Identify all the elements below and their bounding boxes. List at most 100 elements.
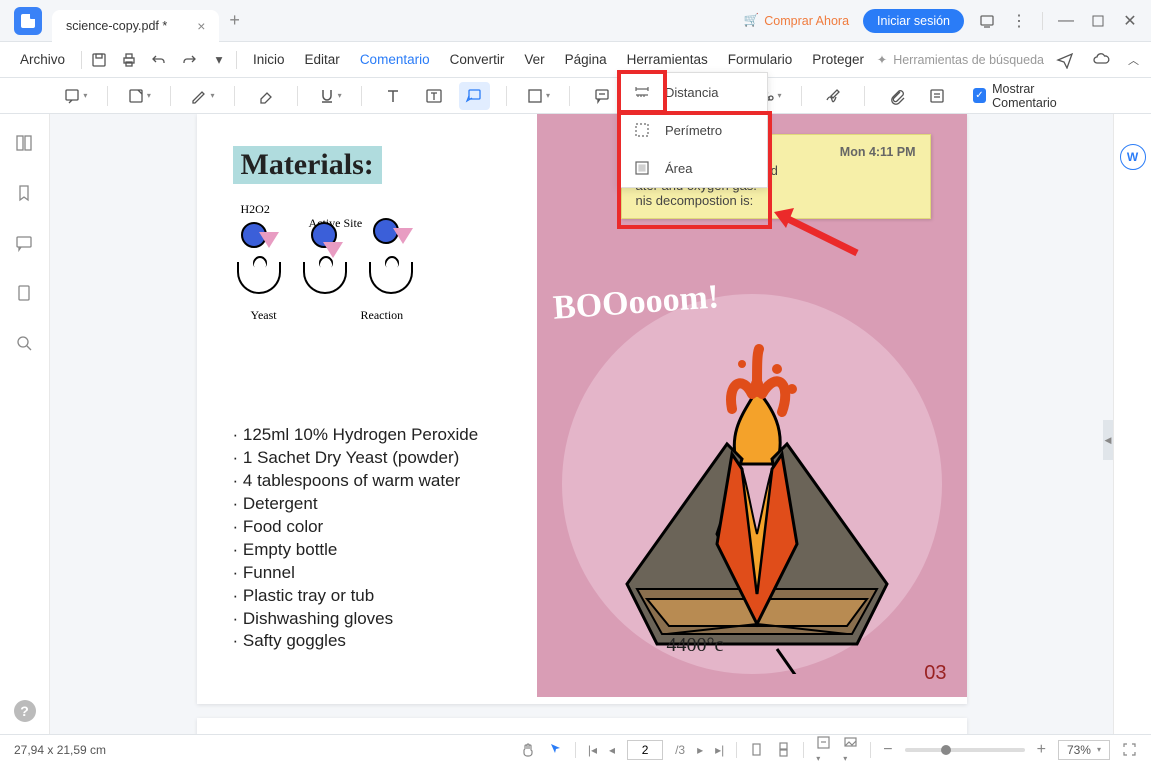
undo-icon[interactable]	[150, 51, 168, 69]
first-page-icon[interactable]: |◂	[588, 743, 597, 757]
list-item: Dishwashing gloves	[233, 608, 533, 631]
add-tab-button[interactable]: +	[229, 10, 240, 31]
bookmark-icon[interactable]	[15, 184, 35, 204]
minimize-button[interactable]: —	[1057, 12, 1075, 30]
sign-tool[interactable]	[818, 82, 849, 110]
note-tool[interactable]: ▾	[60, 82, 91, 110]
next-page-icon[interactable]: ▸	[697, 743, 703, 757]
pencil-tool[interactable]: ▾	[187, 82, 218, 110]
comment-bubble-tool[interactable]	[586, 82, 617, 110]
zoom-value[interactable]: 73%▾	[1058, 740, 1110, 760]
textbox-tool[interactable]	[418, 82, 449, 110]
list-item: Funnel	[233, 562, 533, 585]
shape-tool[interactable]: ▾	[523, 82, 554, 110]
main-area: ? ▶ Materials: H2O2 Active Site Yeast Re	[0, 114, 1151, 734]
left-sidebar: ?	[0, 114, 50, 734]
menu-ver[interactable]: Ver	[516, 48, 552, 71]
zoom-out-icon[interactable]: −	[883, 741, 892, 759]
last-page-icon[interactable]: ▸|	[715, 743, 724, 757]
materials-heading: Materials:	[233, 146, 382, 184]
dropdown-label: Distancia	[665, 85, 718, 100]
buy-now-button[interactable]: 🛒 Comprar Ahora	[744, 13, 849, 28]
list-item: Empty bottle	[233, 539, 533, 562]
wand-icon: ✦	[877, 52, 887, 67]
expand-right-toggle[interactable]: ◀	[1103, 420, 1113, 460]
search-panel-icon[interactable]	[15, 334, 35, 354]
prev-page-icon[interactable]: ◂	[609, 743, 615, 757]
highlight-tool[interactable]: ▾	[124, 82, 155, 110]
view-mode-icon[interactable]: ▾	[843, 735, 858, 764]
word-export-icon[interactable]: W	[1120, 144, 1146, 170]
list-item: Detergent	[233, 493, 533, 516]
continuous-page-icon[interactable]	[776, 742, 791, 757]
show-comment-toggle[interactable]: ✓ Mostrar Comentario	[973, 82, 1092, 110]
select-tool-icon[interactable]	[548, 742, 563, 757]
more-icon[interactable]: ⋮	[1010, 12, 1028, 30]
menu-herramientas[interactable]: Herramientas	[619, 48, 716, 71]
document-canvas[interactable]: Materials: H2O2 Active Site Yeast Reacti…	[50, 114, 1113, 734]
attach-tool[interactable]	[881, 82, 912, 110]
list-item: 1 Sachet Dry Yeast (powder)	[233, 447, 533, 470]
help-icon[interactable]: ?	[14, 700, 36, 722]
redo-icon[interactable]	[180, 51, 198, 69]
zoom-slider[interactable]	[905, 748, 1025, 752]
tab-title: science-copy.pdf *	[66, 19, 167, 33]
print-icon[interactable]	[120, 51, 138, 69]
pdf-page: Materials: H2O2 Active Site Yeast Reacti…	[197, 114, 967, 704]
eraser-tool[interactable]	[251, 82, 282, 110]
fullscreen-icon[interactable]	[1122, 742, 1137, 757]
dropdown-item-distancia[interactable]: Distancia	[619, 73, 767, 111]
checkbox-checked-icon: ✓	[973, 88, 986, 103]
measure-dropdown: Distancia Perímetro Área	[618, 72, 768, 188]
collapse-icon[interactable]: ︿	[1128, 52, 1139, 68]
thumbnails-icon[interactable]	[15, 134, 35, 154]
page-input[interactable]	[627, 740, 663, 760]
search-placeholder: Herramientas de búsqueda	[893, 53, 1044, 67]
pdf-page-next	[197, 718, 967, 734]
show-comment-label: Mostrar Comentario	[992, 82, 1091, 110]
dropdown-item-perimetro[interactable]: Perímetro	[619, 111, 767, 149]
page-total: /3	[675, 743, 685, 757]
close-button[interactable]: ✕	[1121, 12, 1139, 30]
single-page-icon[interactable]	[749, 742, 764, 757]
underline-tool[interactable]: ▾	[314, 82, 345, 110]
comment-panel-icon[interactable]	[15, 234, 35, 254]
menu-convertir[interactable]: Convertir	[442, 48, 513, 71]
feedback-icon[interactable]	[978, 12, 996, 30]
volcano-illustration	[577, 254, 937, 674]
status-bar: 27,94 x 21,59 cm |◂ ◂ /3 ▸ ▸| ▾ ▾ − + 73…	[0, 734, 1151, 764]
menu-editar[interactable]: Editar	[297, 48, 348, 71]
text-tool[interactable]	[378, 82, 409, 110]
distance-icon	[633, 83, 651, 101]
menu-proteger[interactable]: Proteger	[804, 48, 872, 71]
dropdown-item-area[interactable]: Área	[619, 149, 767, 187]
quick-dropdown-icon[interactable]: ▾	[210, 51, 228, 69]
login-button[interactable]: Iniciar sesión	[863, 9, 964, 33]
cloud-icon[interactable]	[1092, 51, 1110, 69]
menu-inicio[interactable]: Inicio	[245, 48, 293, 71]
list-item: 4 tablespoons of warm water	[233, 470, 533, 493]
callout-tool[interactable]	[459, 82, 490, 110]
comment-toolbar: ▾ ▾ ▾ ▾ ▾ ▾ ▾ ✓ Mostrar Comentario	[0, 78, 1151, 114]
menu-pagina[interactable]: Página	[557, 48, 615, 71]
right-sidebar: W	[1113, 114, 1151, 734]
search-tools[interactable]: ✦ Herramientas de búsqueda	[877, 52, 1044, 67]
zoom-in-icon[interactable]: +	[1037, 741, 1046, 759]
attachment-panel-icon[interactable]	[15, 284, 35, 304]
document-tab[interactable]: science-copy.pdf * ×	[52, 10, 219, 42]
send-icon[interactable]	[1056, 51, 1074, 69]
fit-width-icon[interactable]: ▾	[816, 735, 831, 764]
save-icon[interactable]	[90, 51, 108, 69]
menu-comentario[interactable]: Comentario	[352, 48, 438, 71]
dropdown-label: Perímetro	[665, 123, 722, 138]
hand-tool-icon[interactable]	[521, 742, 536, 757]
menu-formulario[interactable]: Formulario	[720, 48, 801, 71]
close-tab-icon[interactable]: ×	[197, 18, 205, 34]
area-icon	[633, 159, 651, 177]
maximize-button[interactable]	[1089, 12, 1107, 30]
comment-list-tool[interactable]	[922, 82, 953, 110]
menu-file[interactable]: Archivo	[12, 48, 73, 71]
buy-label: Comprar Ahora	[764, 14, 849, 28]
cursor-coords: 27,94 x 21,59 cm	[14, 743, 106, 757]
label-h2o2: H2O2	[241, 202, 270, 217]
